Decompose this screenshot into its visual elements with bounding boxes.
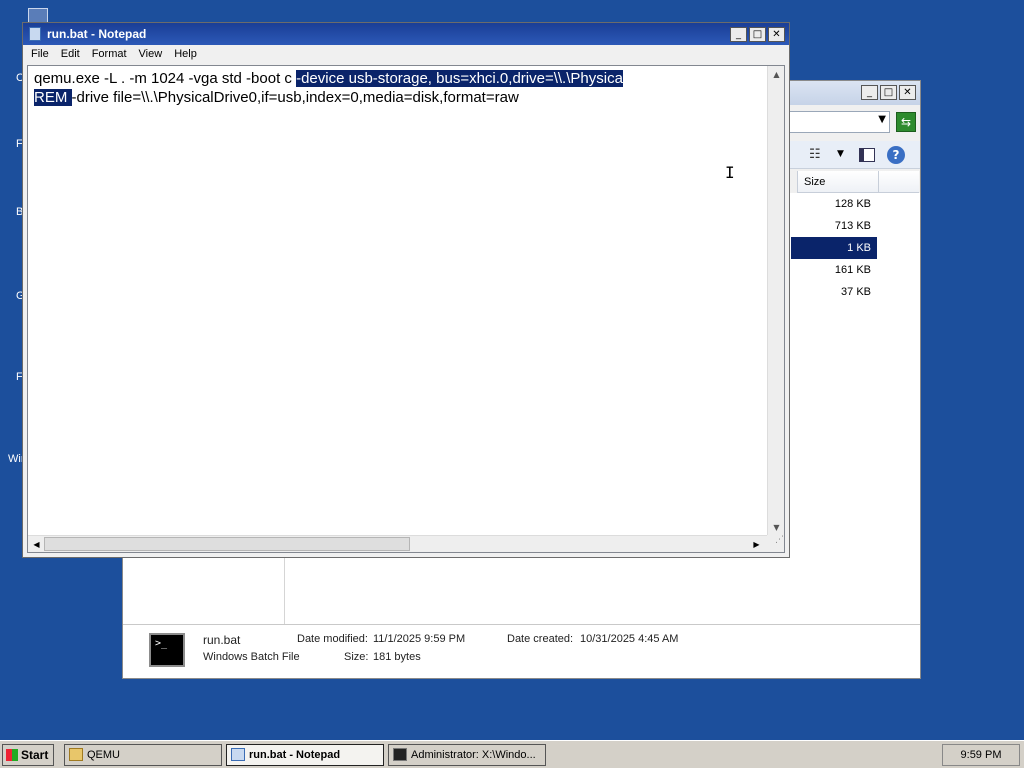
column-separator[interactable]	[878, 171, 879, 193]
minimize-button[interactable]: _	[730, 27, 747, 42]
folder-icon	[69, 748, 83, 761]
file-size-cell[interactable]: 128 KB	[791, 193, 877, 215]
window-title: run.bat - Notepad	[47, 27, 147, 41]
taskbar-item-label: Administrator: X:\Windo...	[411, 749, 536, 761]
details-file-type: Windows Batch File	[203, 651, 300, 663]
text-cursor-icon: I	[725, 163, 735, 182]
menu-bar: File Edit Format View Help	[23, 45, 789, 65]
file-size-cell[interactable]: 37 KB	[791, 281, 877, 303]
refresh-icon[interactable]: ⇆	[896, 112, 916, 132]
navigation-pane[interactable]	[125, 556, 285, 624]
chevron-down-icon[interactable]: ▼	[878, 114, 886, 125]
notepad-icon	[29, 27, 41, 41]
column-header-label: Size	[804, 176, 826, 188]
taskbar-item-label: QEMU	[87, 749, 120, 761]
taskbar-item-label: run.bat - Notepad	[249, 749, 341, 761]
help-icon[interactable]: ?	[887, 146, 905, 164]
scroll-left-arrow-icon[interactable]: ◀	[30, 538, 43, 551]
details-file-name: run.bat	[203, 633, 241, 647]
menu-view[interactable]: View	[133, 45, 169, 65]
taskbar: Start QEMU run.bat - Notepad Administrat…	[0, 740, 1024, 768]
text-editor[interactable]: qemu.exe -L . -m 1024 -vga std -boot c -…	[27, 65, 785, 553]
start-button[interactable]: Start	[2, 744, 54, 766]
details-size-label: Size:	[344, 651, 369, 663]
horizontal-scroll-thumb[interactable]	[44, 537, 410, 551]
details-modified-label: Date modified:	[297, 633, 368, 645]
details-created-label: Date created:	[507, 633, 574, 645]
notepad-window: run.bat - Notepad _ □ ✕ File Edit Format…	[22, 22, 790, 558]
minimize-button[interactable]: _	[861, 85, 878, 100]
details-pane: >_ run.bat Windows Batch File Date modif…	[123, 624, 920, 678]
clock-label: 9:59 PM	[960, 749, 1002, 761]
resize-grip-icon[interactable]: ⋰	[767, 535, 784, 552]
scroll-up-arrow-icon[interactable]: ▲	[770, 68, 783, 81]
menu-file[interactable]: File	[25, 45, 55, 65]
menu-edit[interactable]: Edit	[55, 45, 86, 65]
text-selection: -device usb-storage, bus=xhci.0,drive=\\…	[296, 70, 623, 87]
details-size-value: 181 bytes	[373, 651, 421, 663]
batch-file-icon: >_	[149, 633, 185, 667]
details-modified-value: 11/1/2025 9:59 PM	[373, 633, 466, 645]
views-icon[interactable]: ☷	[809, 147, 821, 162]
close-button[interactable]: ✕	[768, 27, 785, 42]
taskbar-item-qemu[interactable]: QEMU	[64, 744, 222, 766]
text-line-2: REM -drive file=\\.\PhysicalDrive0,if=us…	[34, 89, 519, 106]
text-plain: qemu.exe -L . -m 1024 -vga std -boot c	[34, 70, 297, 87]
taskbar-item-notepad[interactable]: run.bat - Notepad	[226, 744, 384, 766]
file-size-cell[interactable]: 161 KB	[791, 259, 877, 281]
menu-format[interactable]: Format	[86, 45, 133, 65]
text-line-1: qemu.exe -L . -m 1024 -vga std -boot c -…	[34, 70, 623, 87]
taskbar-item-cmd[interactable]: Administrator: X:\Windo...	[388, 744, 546, 766]
maximize-button[interactable]: □	[749, 27, 766, 42]
notepad-icon	[231, 748, 245, 761]
file-size-cell-selected[interactable]: 1 KB	[791, 237, 877, 259]
scroll-right-arrow-icon[interactable]: ▶	[750, 538, 763, 551]
start-label: Start	[21, 748, 49, 762]
horizontal-scrollbar[interactable]: ◀ ▶	[28, 535, 767, 552]
console-icon	[393, 748, 407, 761]
file-size-cell[interactable]: 713 KB	[791, 215, 877, 237]
scroll-down-arrow-icon[interactable]: ▼	[770, 521, 783, 534]
preview-pane-icon[interactable]	[859, 148, 875, 162]
notepad-titlebar[interactable]: run.bat - Notepad _ □ ✕	[23, 23, 789, 45]
text-selection: REM	[34, 89, 72, 106]
details-created-value: 10/31/2025 4:45 AM	[580, 633, 679, 645]
windows-logo-icon	[6, 749, 18, 761]
system-clock[interactable]: 9:59 PM	[942, 744, 1020, 766]
menu-help[interactable]: Help	[168, 45, 203, 65]
column-header-size[interactable]: Size	[797, 171, 919, 193]
maximize-button[interactable]: □	[880, 85, 897, 100]
text-plain: -drive file=\\.\PhysicalDrive0,if=usb,in…	[71, 89, 519, 106]
close-button[interactable]: ✕	[899, 85, 916, 100]
vertical-scrollbar[interactable]: ▲ ▼	[767, 66, 784, 536]
chevron-down-icon[interactable]: ▼	[837, 149, 844, 159]
